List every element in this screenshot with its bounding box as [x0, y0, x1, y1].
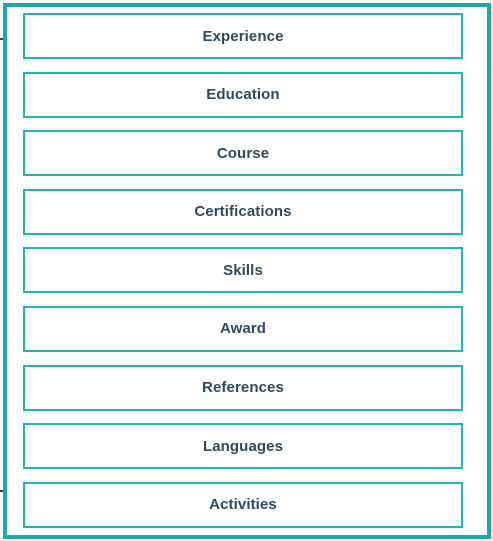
section-list: Experience Education Course Certificatio…: [23, 13, 463, 528]
section-button-skills[interactable]: Skills: [23, 247, 463, 294]
section-button-label: Activities: [209, 496, 277, 514]
section-button-education[interactable]: Education: [23, 71, 463, 118]
section-button-experience[interactable]: Experience: [23, 13, 463, 59]
section-button-label: Languages: [202, 437, 284, 455]
section-button-award[interactable]: Award: [23, 305, 463, 352]
section-picker: Experience Education Course Certificatio…: [0, 0, 493, 541]
section-button-course[interactable]: Course: [23, 130, 463, 177]
section-button-label: Award: [219, 320, 267, 338]
section-list-panel: Experience Education Course Certificatio…: [3, 3, 491, 539]
section-button-label: Certifications: [194, 203, 292, 221]
section-button-label: Experience: [202, 27, 284, 45]
section-button-label: Education: [206, 86, 280, 104]
section-button-languages[interactable]: Languages: [23, 423, 463, 470]
section-button-certifications[interactable]: Certifications: [23, 188, 463, 235]
section-button-references[interactable]: References: [23, 364, 463, 411]
section-button-label: Course: [216, 144, 270, 162]
section-button-activities[interactable]: Activities: [23, 481, 463, 528]
section-button-label: Skills: [223, 261, 263, 279]
section-button-label: References: [202, 379, 284, 397]
